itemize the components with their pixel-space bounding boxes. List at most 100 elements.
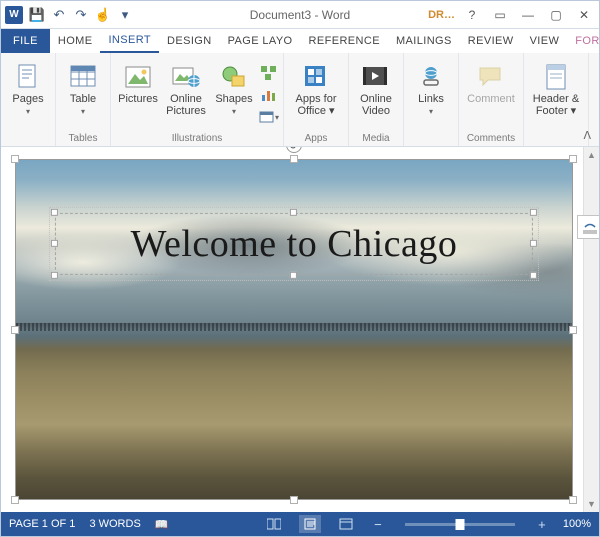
comment-icon xyxy=(477,63,505,91)
layout-options-button[interactable] xyxy=(577,215,599,239)
tab-design[interactable]: DESIGN xyxy=(159,29,220,53)
resize-handle[interactable] xyxy=(569,155,577,163)
tab-file[interactable]: FILE xyxy=(1,29,50,53)
illus-small-buttons: ▾ xyxy=(259,61,279,127)
ribbon-tab-strip: FILE HOME INSERT DESIGN PAGE LAYO REFERE… xyxy=(1,29,599,53)
skyline xyxy=(16,323,572,331)
undo-button[interactable]: ↶ xyxy=(49,5,69,25)
selected-picture[interactable]: ⟳ Welcome to Chicago xyxy=(15,159,573,500)
qat-customize-button[interactable]: ▾ xyxy=(115,5,135,25)
zoom-in-button[interactable]: + xyxy=(535,517,549,531)
shapes-button[interactable]: Shapes ▾ xyxy=(211,61,257,118)
tab-mailings[interactable]: MAILINGS xyxy=(388,29,460,53)
quick-access-toolbar: 💾 ↶ ↷ ☝ ▾ xyxy=(27,5,135,25)
textbox-content[interactable]: Welcome to Chicago xyxy=(55,222,533,266)
minimize-button[interactable]: — xyxy=(517,4,539,26)
chevron-down-icon: ▾ xyxy=(26,107,30,116)
smartart-button[interactable] xyxy=(259,63,279,83)
zoom-level[interactable]: 100% xyxy=(563,518,591,530)
online-pictures-icon xyxy=(172,63,200,91)
tab-page-layout[interactable]: PAGE LAYO xyxy=(220,29,301,53)
collapse-ribbon-button[interactable]: ᐱ xyxy=(579,127,595,144)
resize-handle[interactable] xyxy=(51,209,58,216)
resize-handle[interactable] xyxy=(569,326,577,334)
web-layout-button[interactable] xyxy=(335,515,357,533)
rotate-handle[interactable]: ⟳ xyxy=(286,147,302,153)
header-footer-button[interactable]: Header & Footer ▾ xyxy=(528,61,584,119)
chevron-down-icon: ▾ xyxy=(429,107,433,116)
comment-button: Comment xyxy=(463,61,519,107)
apps-for-office-button[interactable]: Apps for Office ▾ xyxy=(288,61,344,119)
proofing-button[interactable]: 📖 xyxy=(155,518,169,531)
resize-handle[interactable] xyxy=(290,209,297,216)
resize-handle[interactable] xyxy=(51,272,58,279)
tab-insert[interactable]: INSERT xyxy=(100,29,159,53)
account-badge[interactable]: DR… xyxy=(428,9,455,21)
page-icon xyxy=(14,63,42,91)
resize-handle[interactable] xyxy=(11,155,19,163)
resize-handle[interactable] xyxy=(530,209,537,216)
app-icon: W xyxy=(5,6,23,24)
touch-mode-button[interactable]: ☝ xyxy=(93,5,113,25)
page-indicator[interactable]: PAGE 1 OF 1 xyxy=(9,518,75,530)
resize-handle[interactable] xyxy=(11,496,19,504)
chart-button[interactable] xyxy=(259,85,279,105)
group-illustrations: Pictures Online Pictures Shapes ▾ ▾ Illu xyxy=(111,53,284,146)
table-label: Table xyxy=(70,93,96,105)
resize-handle[interactable] xyxy=(569,496,577,504)
resize-handle[interactable] xyxy=(290,496,298,504)
links-button[interactable]: Links ▾ xyxy=(408,61,454,118)
table-button[interactable]: Table ▾ xyxy=(60,61,106,118)
save-button[interactable]: 💾 xyxy=(27,5,47,25)
chicago-aerial-image[interactable]: Welcome to Chicago xyxy=(15,159,573,500)
word-count[interactable]: 3 WORDS xyxy=(89,518,140,530)
resize-handle[interactable] xyxy=(290,272,297,279)
zoom-slider[interactable] xyxy=(405,523,515,526)
group-label: Tables xyxy=(69,133,98,144)
vertical-scrollbar[interactable]: ▲ ▼ xyxy=(583,147,599,512)
read-mode-button[interactable] xyxy=(263,515,285,533)
scroll-up-button[interactable]: ▲ xyxy=(584,147,599,163)
document-area[interactable]: ▲ ▼ ⟳ Welcome to Chicago xyxy=(1,147,599,512)
group-tables: Table ▾ Tables xyxy=(56,53,111,146)
apps-label: Apps for Office ▾ xyxy=(288,93,344,117)
text-box[interactable]: Welcome to Chicago xyxy=(55,213,533,275)
resize-handle[interactable] xyxy=(11,326,19,334)
chevron-down-icon: ▾ xyxy=(81,107,85,116)
zoom-slider-thumb[interactable] xyxy=(455,519,464,530)
group-media: Online Video Media xyxy=(349,53,404,146)
redo-button[interactable]: ↷ xyxy=(71,5,91,25)
tab-references[interactable]: REFERENCE xyxy=(301,29,388,53)
tab-review[interactable]: REVIEW xyxy=(460,29,522,53)
tab-view[interactable]: VIEW xyxy=(522,29,568,53)
zoom-out-button[interactable]: − xyxy=(371,517,385,531)
chevron-down-icon: ▾ xyxy=(232,107,236,116)
resize-handle[interactable] xyxy=(51,240,58,247)
close-button[interactable]: ✕ xyxy=(573,4,595,26)
header-footer-icon xyxy=(542,63,570,91)
group-links: Links ▾ xyxy=(404,53,459,146)
resize-handle[interactable] xyxy=(530,240,537,247)
table-icon xyxy=(69,63,97,91)
video-label: Online Video xyxy=(353,93,399,117)
maximize-button[interactable]: ▢ xyxy=(545,4,567,26)
pages-button[interactable]: Pages ▾ xyxy=(5,61,51,118)
tab-home[interactable]: HOME xyxy=(50,29,101,53)
ribbon-display-options-button[interactable]: ▭ xyxy=(489,4,511,26)
link-icon xyxy=(417,63,445,91)
header-footer-label: Header & Footer ▾ xyxy=(528,93,584,117)
comment-label: Comment xyxy=(467,93,515,105)
links-label: Links xyxy=(418,93,444,105)
scroll-down-button[interactable]: ▼ xyxy=(584,496,599,512)
online-pictures-button[interactable]: Online Pictures xyxy=(163,61,209,119)
resize-handle[interactable] xyxy=(290,155,298,163)
pictures-button[interactable]: Pictures xyxy=(115,61,161,107)
resize-handle[interactable] xyxy=(530,272,537,279)
tab-format[interactable]: FORMAT xyxy=(567,29,600,53)
print-layout-button[interactable] xyxy=(299,515,321,533)
text-button[interactable]: A Text ▾ xyxy=(593,61,600,118)
group-pages: Pages ▾ xyxy=(1,53,56,146)
help-button[interactable]: ? xyxy=(461,4,483,26)
screenshot-button[interactable]: ▾ xyxy=(259,107,279,127)
online-video-button[interactable]: Online Video xyxy=(353,61,399,119)
